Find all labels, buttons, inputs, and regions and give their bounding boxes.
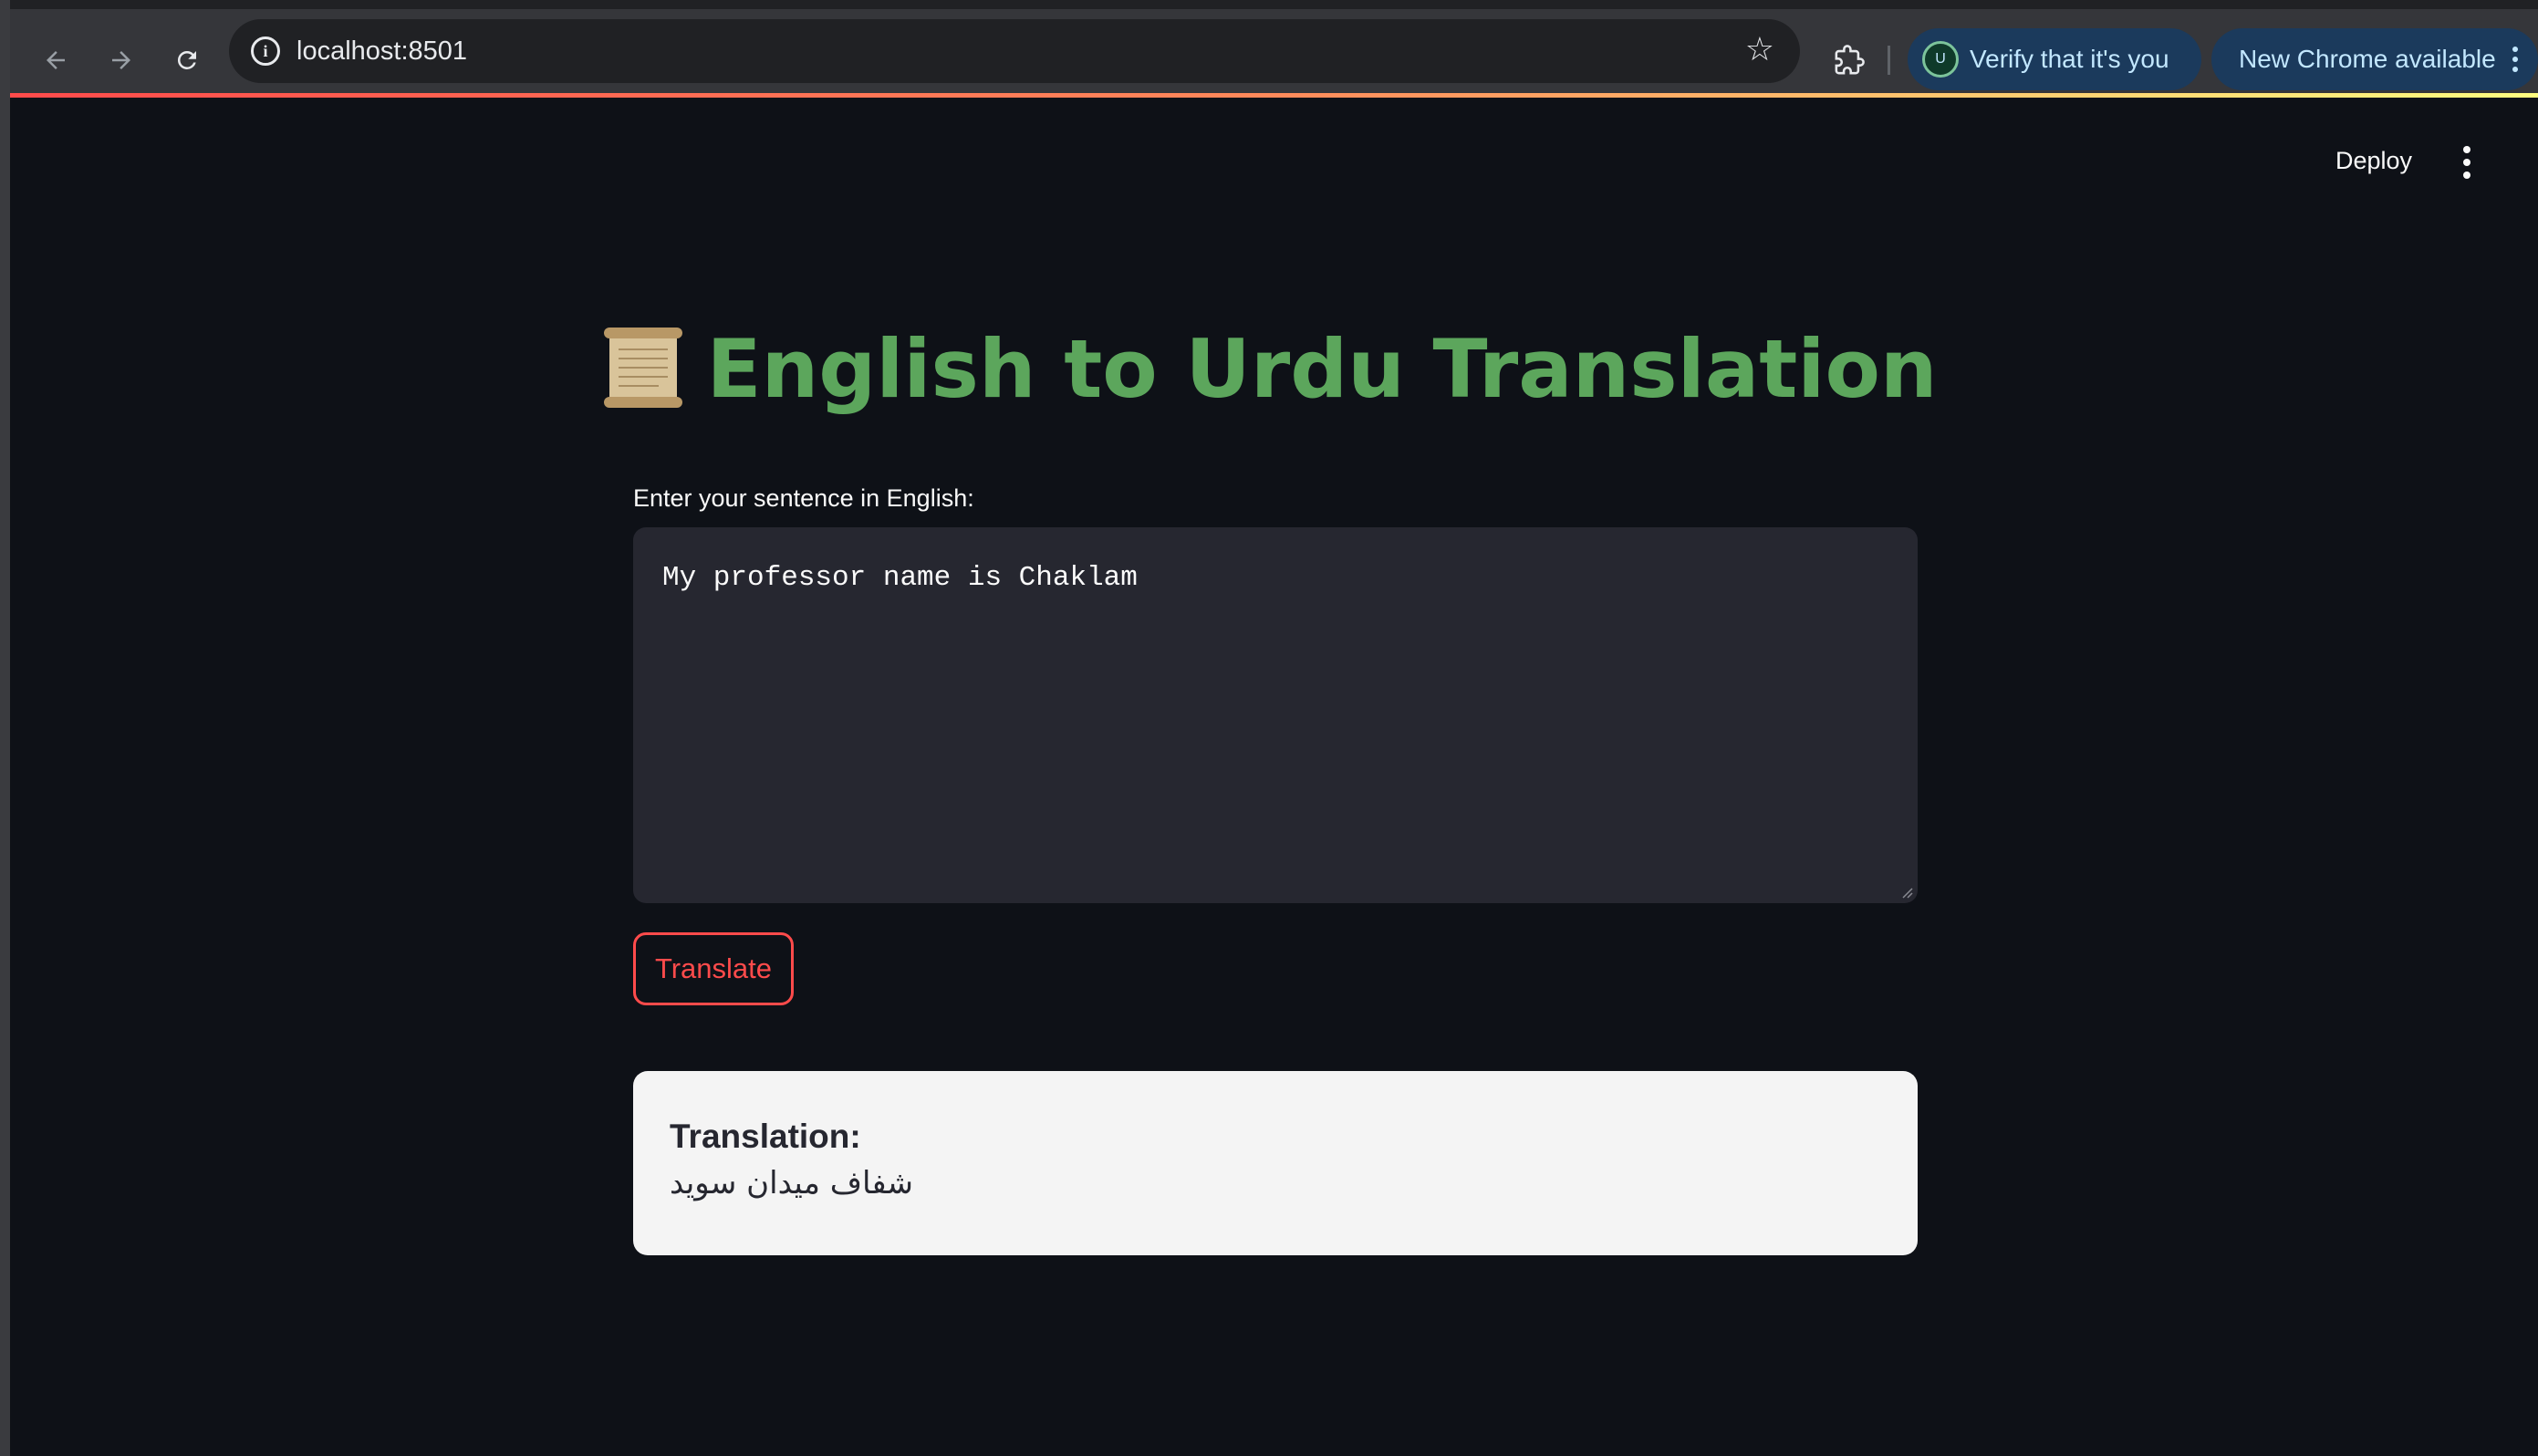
page-title: English to Urdu Translation (0, 310, 2538, 429)
resize-grip-icon[interactable] (1899, 885, 1914, 900)
scroll-icon (604, 328, 683, 409)
arrow-right-icon (112, 51, 130, 69)
translate-button[interactable]: Translate (633, 932, 794, 1005)
reload-button[interactable] (163, 36, 211, 84)
chrome-menu-icon[interactable] (2512, 47, 2518, 72)
textarea-value: My professor name is Chaklam (662, 562, 1138, 594)
arrow-left-icon (47, 51, 65, 69)
toolbar-divider (1888, 46, 1890, 75)
english-sentence-textarea[interactable]: My professor name is Chaklam (633, 527, 1918, 903)
site-info-icon[interactable]: i (251, 36, 280, 66)
main-menu-icon[interactable] (2463, 146, 2470, 179)
profile-avatar: U (1922, 41, 1959, 78)
input-label: Enter your sentence in English: (633, 484, 974, 512)
verify-label: Verify that it's you (1970, 45, 2169, 73)
forward-button[interactable] (98, 36, 145, 84)
new-chrome-label: New Chrome available (2239, 45, 2496, 73)
window-edge (0, 0, 10, 1456)
reload-icon (177, 50, 196, 69)
new-chrome-chip[interactable]: New Chrome available (2211, 28, 2538, 90)
translation-result-box: Translation: شفاف میدان سوید (633, 1071, 1918, 1255)
address-bar[interactable]: i localhost:8501 ☆ (229, 19, 1800, 83)
extensions-puzzle-icon[interactable] (1825, 36, 1873, 84)
translation-heading: Translation: (670, 1118, 861, 1155)
url-text[interactable]: localhost:8501 (296, 36, 467, 66)
page-title-text: English to Urdu Translation (706, 322, 1938, 416)
browser-toolbar: i localhost:8501 ☆ U Verify that it's yo… (10, 0, 2538, 95)
profile-verify-chip[interactable]: U Verify that it's you (1908, 28, 2201, 90)
deploy-button[interactable]: Deploy (2335, 142, 2412, 179)
streamlit-decoration-bar (10, 93, 2538, 98)
bookmark-star-icon[interactable]: ☆ (1745, 32, 1774, 68)
translation-output: شفاف میدان سوید (670, 1165, 914, 1201)
back-button[interactable] (32, 36, 79, 84)
